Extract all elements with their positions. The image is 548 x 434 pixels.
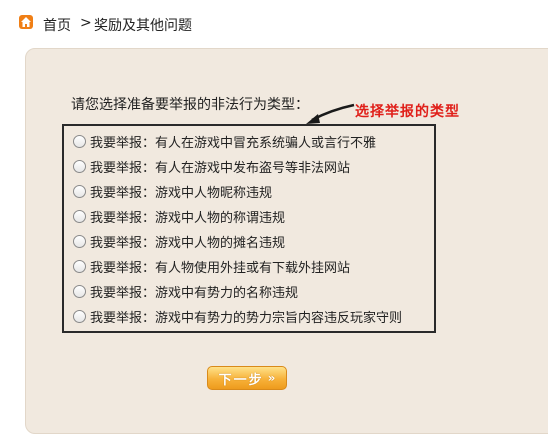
breadcrumb-separator: >: [80, 15, 92, 31]
report-option[interactable]: 我要举报：游戏中有势力的势力宗旨内容违反玩家守则: [73, 306, 402, 326]
report-option-label: 我要举报：游戏中有势力的名称违规: [90, 285, 299, 301]
report-prompt: 请您选择准备要举报的非法行为类型：: [71, 97, 309, 113]
report-option-label: 我要举报：游戏中人物昵称违规: [90, 185, 273, 201]
radio-button[interactable]: [73, 159, 86, 173]
report-option-label: 我要举报：有人物使用外挂或有下载外挂网站: [90, 260, 351, 276]
report-option[interactable]: 我要举报：游戏中人物的称谓违规: [73, 206, 285, 226]
report-option[interactable]: 我要举报：游戏中有势力的名称违规: [73, 281, 298, 301]
report-option-label: 我要举报：有人在游戏中冒充系统骗人或言行不雅: [90, 135, 377, 151]
breadcrumb-home-link[interactable]: 首页: [43, 15, 71, 35]
radio-button[interactable]: [73, 134, 86, 148]
next-step-button[interactable]: 下一步 »: [207, 366, 287, 390]
next-step-label: 下一步: [218, 372, 264, 388]
report-option-label: 我要举报：游戏中人物的摊名违规: [90, 235, 286, 251]
report-option[interactable]: 我要举报：有人在游戏中发布盗号等非法网站: [73, 156, 350, 176]
report-option[interactable]: 我要举报：游戏中人物昵称违规: [73, 181, 272, 201]
radio-button[interactable]: [73, 259, 86, 273]
annotation-label: 选择举报的类型: [355, 104, 460, 120]
report-option-label: 我要举报：游戏中人物的称谓违规: [90, 210, 286, 226]
report-option[interactable]: 我要举报：游戏中人物的摊名违规: [73, 231, 285, 251]
radio-button[interactable]: [73, 234, 86, 248]
report-option[interactable]: 我要举报：有人在游戏中冒充系统骗人或言行不雅: [73, 131, 376, 151]
double-chevron-right-icon: »: [267, 371, 276, 385]
radio-button[interactable]: [73, 284, 86, 298]
breadcrumb: 首页 > 奖励及其他问题: [0, 0, 548, 48]
home-icon[interactable]: [19, 15, 33, 29]
report-option-label: 我要举报：有人在游戏中发布盗号等非法网站: [90, 160, 351, 176]
radio-button[interactable]: [73, 209, 86, 223]
report-option-label: 我要举报：游戏中有势力的势力宗旨内容违反玩家守则: [90, 310, 403, 326]
breadcrumb-current: 奖励及其他问题: [94, 18, 192, 34]
report-option[interactable]: 我要举报：有人物使用外挂或有下载外挂网站: [73, 256, 350, 276]
radio-button[interactable]: [73, 309, 86, 323]
radio-button[interactable]: [73, 184, 86, 198]
